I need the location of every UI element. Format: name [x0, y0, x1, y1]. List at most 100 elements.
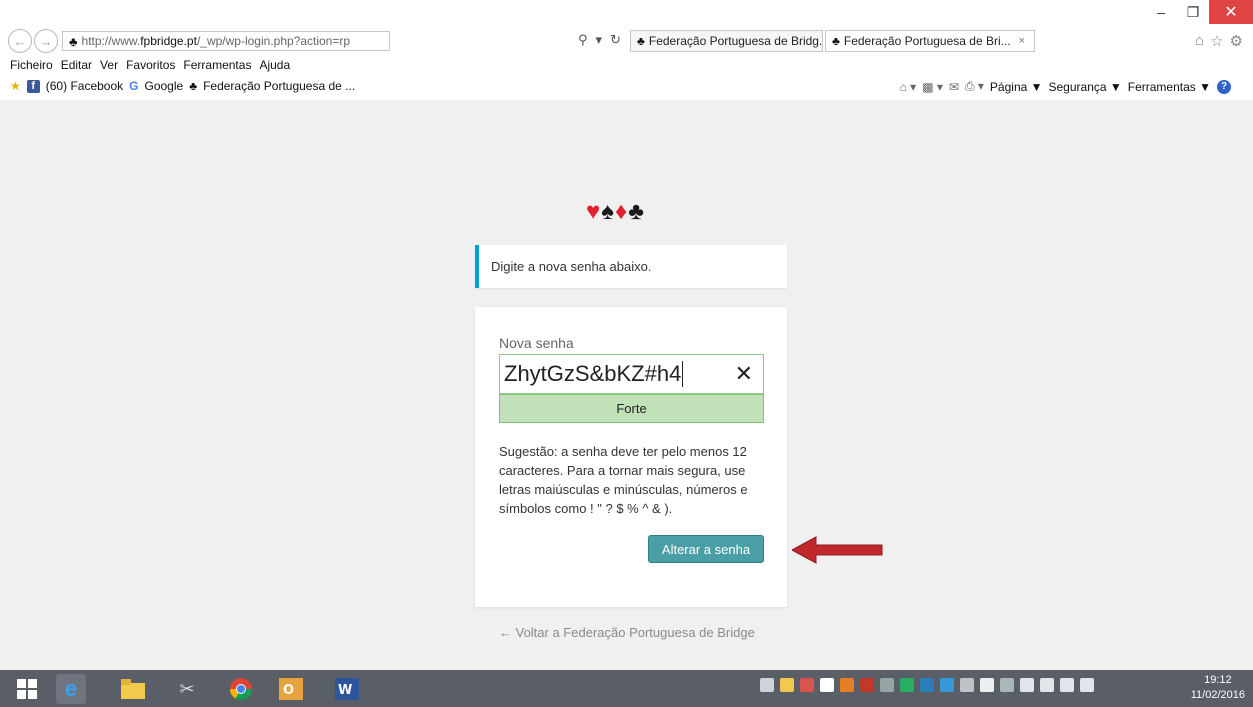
spade-icon: ♠: [601, 198, 615, 225]
address-tools: ⚲ ▾ ↻: [578, 32, 621, 48]
help-icon[interactable]: ?: [1217, 79, 1231, 94]
tab-close-icon[interactable]: ×: [1019, 35, 1025, 47]
browser-right-icons: ⌂ ☆ ⚙: [1195, 32, 1243, 50]
windows-start-icon[interactable]: [12, 674, 42, 704]
red-arrow-icon: [792, 536, 883, 564]
favorites-star-icon[interactable]: ☆: [1210, 32, 1223, 50]
home-command-icon[interactable]: ⌂ ▾: [900, 80, 917, 94]
file-explorer-icon[interactable]: [118, 674, 148, 704]
monitor-icon[interactable]: [1000, 678, 1014, 692]
address-path: /_wp/wp-login.php?action=rp: [196, 34, 351, 48]
chrome-icon[interactable]: [226, 674, 256, 704]
menu-ver[interactable]: Ver: [100, 58, 118, 72]
svg-text:W: W: [338, 683, 352, 698]
tab-label: Federação Portuguesa de Bri...: [843, 34, 1011, 48]
clock-date: 11/02/2016: [1190, 689, 1245, 701]
app-tray-icon[interactable]: [840, 678, 854, 692]
change-password-button[interactable]: Alterar a senha: [648, 535, 764, 563]
diamond-icon: ♦: [615, 198, 629, 225]
svg-text:O: O: [283, 683, 294, 698]
site-logo[interactable]: ♥♠♦♣: [586, 198, 645, 226]
notice-message: Digite a nova senha abaixo.: [475, 245, 787, 288]
acrobat-icon[interactable]: [860, 678, 874, 692]
forward-button[interactable]: →: [34, 29, 58, 53]
search-icon[interactable]: ⚲: [578, 32, 588, 48]
network-app-icon[interactable]: [940, 678, 954, 692]
tab-2[interactable]: ♣ Federação Portuguesa de Bri... ×: [825, 30, 1035, 52]
tray-app-icon[interactable]: [880, 678, 894, 692]
flag-icon[interactable]: [1020, 678, 1034, 692]
password-value: ZhytGzS&bKZ#h4: [504, 361, 682, 386]
print-icon[interactable]: ⎙ ▾: [965, 79, 984, 94]
favorite-facebook[interactable]: (60) Facebook: [46, 79, 123, 93]
rss-icon[interactable]: ▩ ▾: [922, 80, 943, 94]
snipping-tool-icon[interactable]: ✂: [172, 674, 202, 704]
tab-favicon-icon: ♣: [832, 34, 840, 48]
shield-icon[interactable]: [780, 678, 794, 692]
menu-ficheiro[interactable]: Ficheiro: [10, 58, 53, 72]
volume-icon[interactable]: [1080, 678, 1094, 692]
add-favorite-icon[interactable]: ★: [10, 79, 21, 93]
favorite-fpb[interactable]: Federação Portuguesa de ...: [203, 79, 355, 93]
battery-icon[interactable]: [1040, 678, 1054, 692]
favorites-list: ★ f (60) Facebook G Google ♣ Federação P…: [10, 79, 355, 93]
address-domain: fpbridge.pt: [140, 34, 197, 48]
keyboard-icon[interactable]: [760, 678, 774, 692]
menu-editar[interactable]: Editar: [61, 58, 92, 72]
home-icon[interactable]: ⌂: [1195, 32, 1204, 50]
favorites-bar: ★ f (60) Facebook G Google ♣ Federação P…: [0, 77, 1253, 99]
site-favicon-icon: ♣: [69, 33, 78, 49]
minimize-button[interactable]: –: [1145, 0, 1177, 24]
window-controls: – ❐ ✕: [1145, 0, 1253, 24]
back-to-site-link[interactable]: ← Voltar a Federação Portuguesa de Bridg…: [499, 625, 755, 640]
notice-text: Digite a nova senha abaixo.: [491, 259, 652, 274]
close-window-button[interactable]: ✕: [1209, 0, 1253, 24]
mail-icon[interactable]: ✉: [949, 80, 959, 94]
outlook-icon[interactable]: O: [276, 674, 306, 704]
google-icon: G: [129, 79, 139, 93]
page-content: ♥♠♦♣ Digite a nova senha abaixo. Nova se…: [0, 100, 1253, 670]
password-label: Nova senha: [499, 335, 574, 351]
restore-button[interactable]: ❐: [1177, 0, 1209, 24]
antivirus-icon[interactable]: [800, 678, 814, 692]
strength-label: Forte: [616, 401, 647, 416]
text-caret: [682, 361, 684, 387]
usb-icon[interactable]: [980, 678, 994, 692]
command-security[interactable]: Segurança ▼: [1049, 80, 1122, 94]
dropdown-icon[interactable]: ▾: [596, 32, 603, 48]
nvidia-icon[interactable]: [900, 678, 914, 692]
display-icon[interactable]: [960, 678, 974, 692]
navigation-row: ← → ♣ http://www. fpbridge.pt/_wp/wp-logi…: [0, 28, 1253, 54]
tab-favicon-icon: ♣: [637, 34, 645, 48]
heart-icon: ♥: [586, 198, 602, 225]
word-icon[interactable]: W: [332, 674, 362, 704]
system-tray: [760, 678, 1094, 692]
favorite-google[interactable]: Google: [144, 79, 183, 93]
menu-bar: Ficheiro Editar Ver Favoritos Ferramenta…: [10, 58, 290, 72]
cloud-icon[interactable]: [820, 678, 834, 692]
browser-chrome: – ❐ ✕ ← → ♣ http://www. fpbridge.pt/_wp/w…: [0, 0, 1253, 100]
address-prefix: http://www.: [81, 34, 141, 48]
password-strength-meter: Forte: [499, 394, 764, 423]
menu-ferramentas[interactable]: Ferramentas: [183, 58, 251, 72]
club-suit-icon: ♣: [628, 198, 645, 225]
gear-icon[interactable]: ⚙: [1230, 32, 1243, 50]
menu-ajuda[interactable]: Ajuda: [259, 58, 290, 72]
address-bar[interactable]: ♣ http://www. fpbridge.pt/_wp/wp-login.ph…: [62, 31, 390, 51]
signal-icon[interactable]: [1060, 678, 1074, 692]
command-page[interactable]: Página ▼: [990, 80, 1043, 94]
reset-password-form: Nova senha ZhytGzS&bKZ#h4 ✕ Forte Sugest…: [475, 307, 787, 607]
command-bar: ⌂ ▾ ▩ ▾ ✉ ⎙ ▾ Página ▼ Segurança ▼ Ferra…: [900, 79, 1231, 94]
internet-explorer-icon[interactable]: e: [56, 674, 86, 704]
taskbar-clock[interactable]: 19:12 11/02/2016: [1191, 673, 1245, 703]
back-button[interactable]: ←: [8, 29, 32, 53]
clear-icon[interactable]: ✕: [735, 361, 753, 387]
windows-taskbar: e ✂ O W 19:12 11/02/2016: [0, 670, 1253, 707]
refresh-icon[interactable]: ↻: [610, 32, 621, 48]
bluetooth-icon[interactable]: [920, 678, 934, 692]
command-tools[interactable]: Ferramentas ▼: [1128, 80, 1211, 94]
tab-label: Federação Portuguesa de Bridg...: [648, 34, 823, 48]
tab-1[interactable]: ♣ Federação Portuguesa de Bridg...: [630, 30, 823, 52]
menu-favoritos[interactable]: Favoritos: [126, 58, 175, 72]
password-input[interactable]: ZhytGzS&bKZ#h4 ✕: [499, 354, 764, 394]
